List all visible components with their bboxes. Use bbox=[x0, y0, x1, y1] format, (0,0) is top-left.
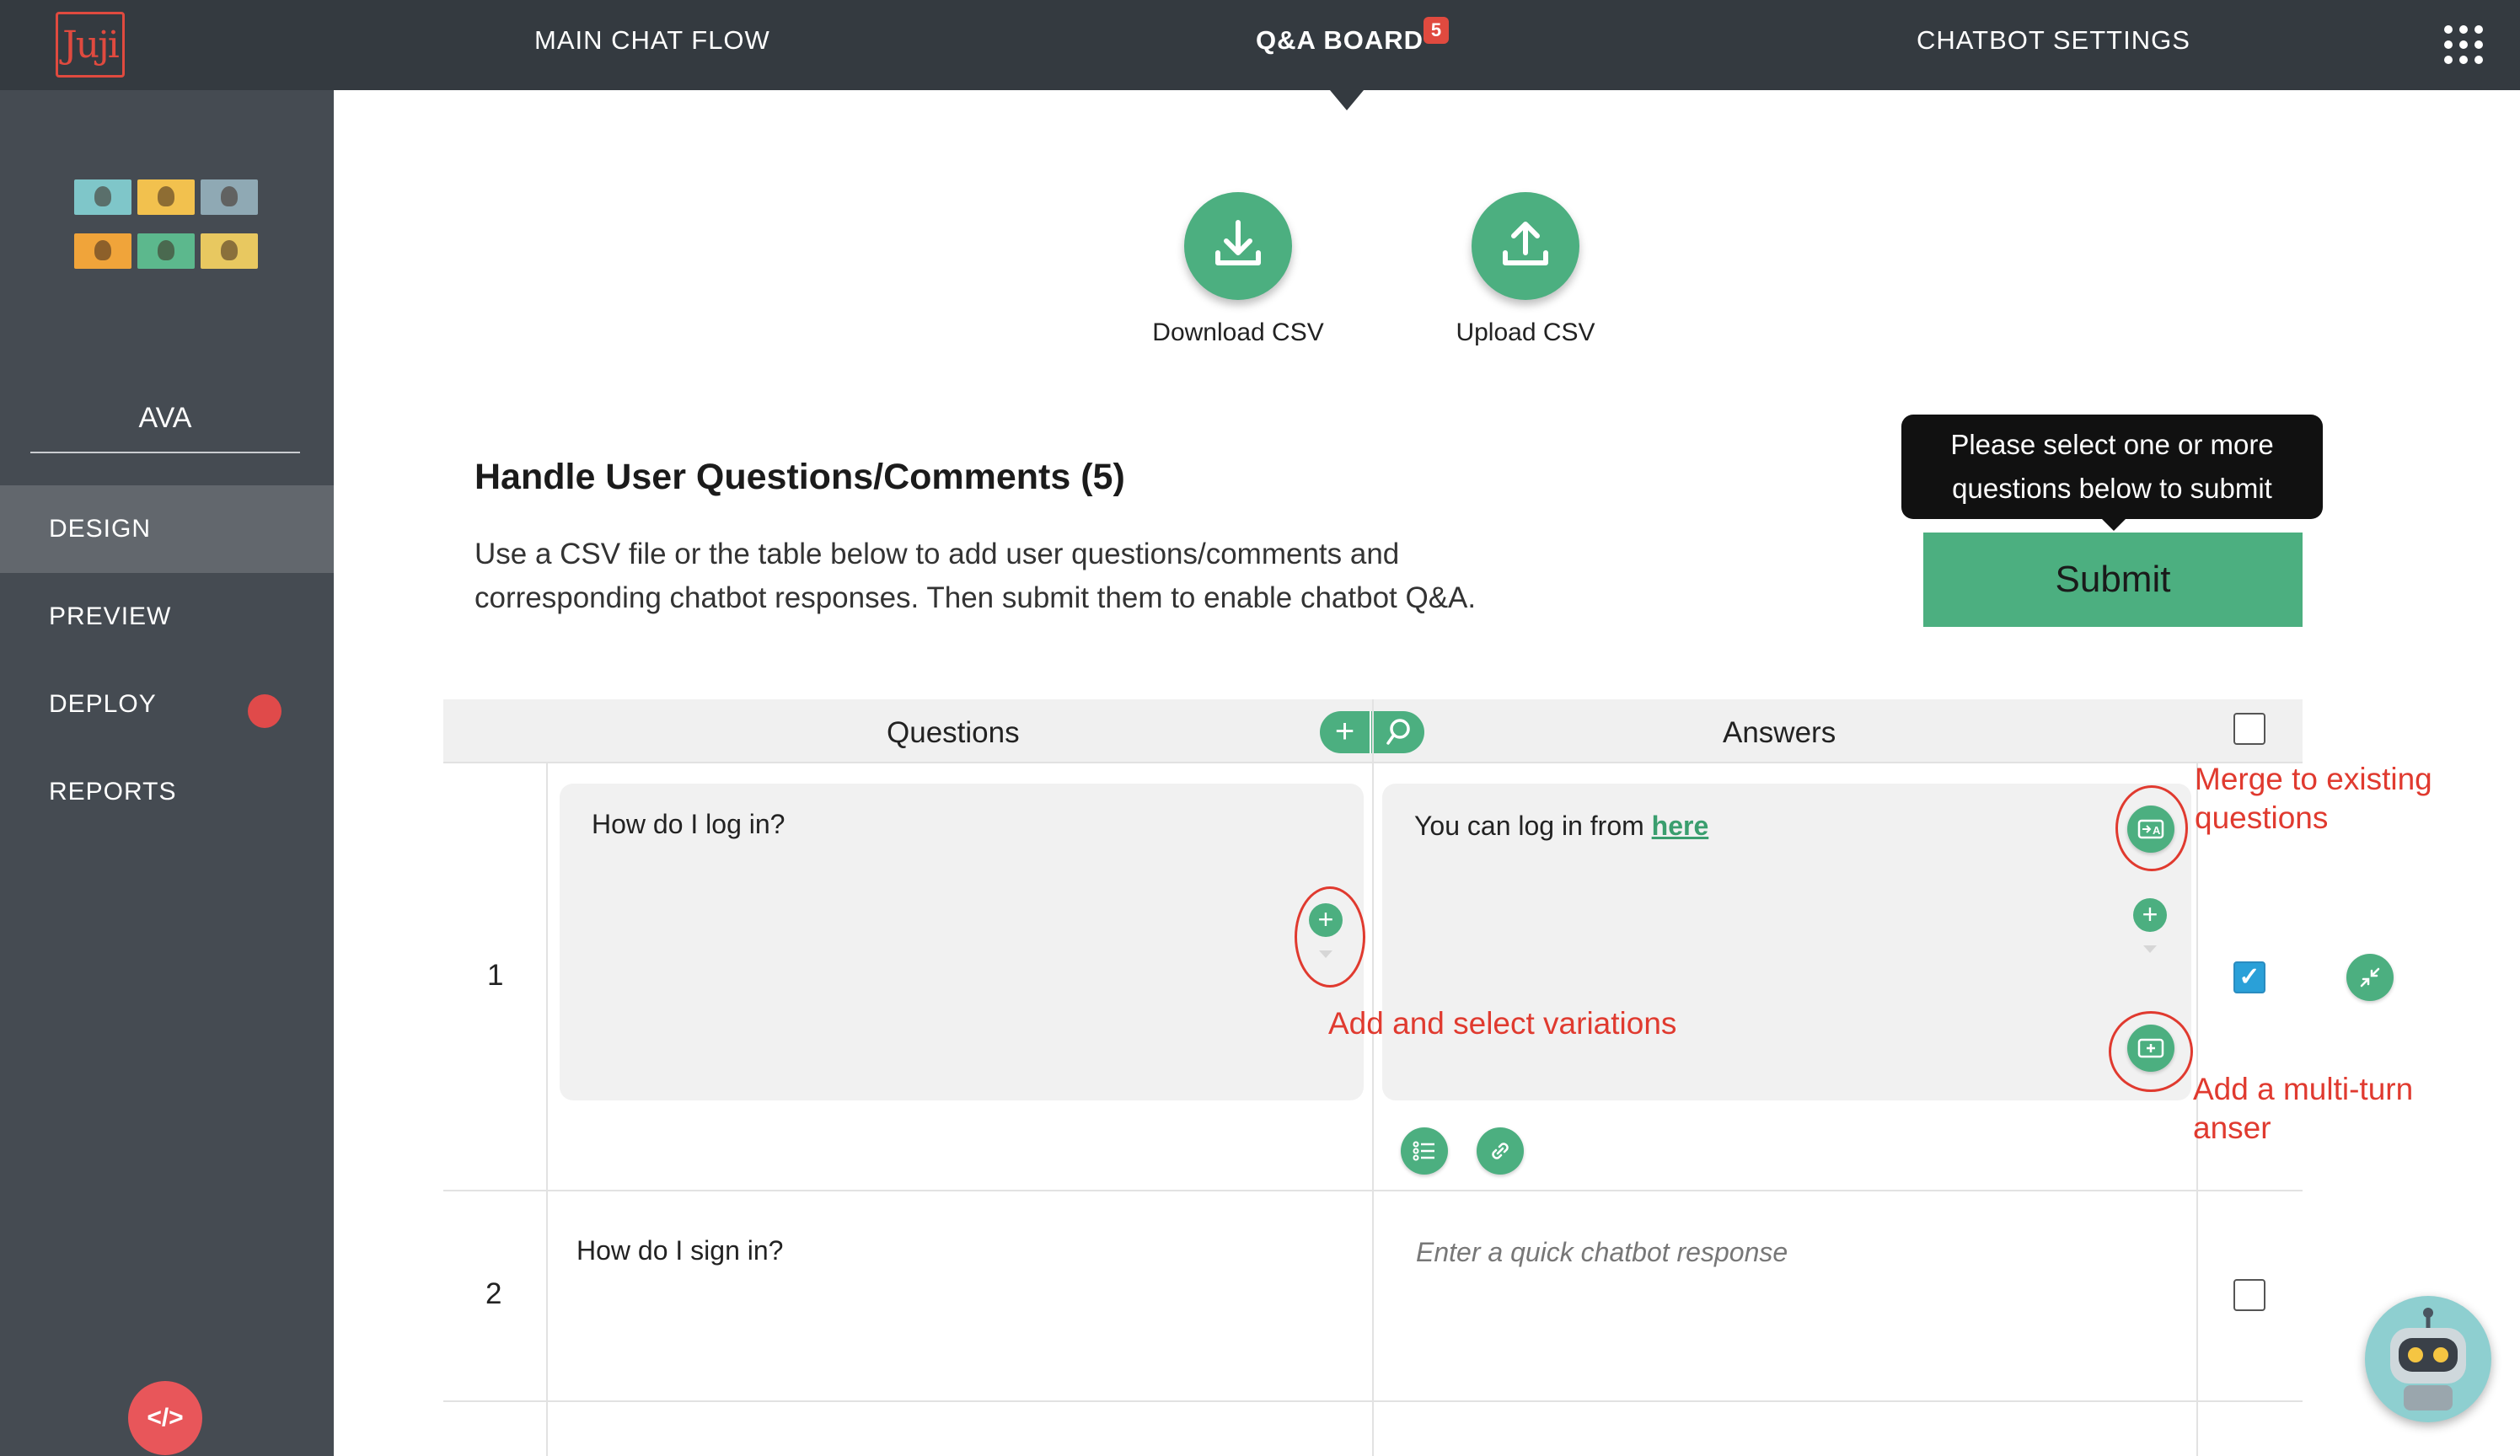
list-icon bbox=[1413, 1141, 1434, 1161]
question-input-row-1[interactable]: How do I log in? bbox=[560, 784, 1364, 1100]
row-number: 1 bbox=[487, 959, 504, 992]
row-2-checkbox[interactable] bbox=[2233, 1279, 2265, 1311]
robot-face-icon bbox=[2390, 1308, 2466, 1410]
question-text: How do I log in? bbox=[592, 809, 785, 839]
sidebar-item-reports[interactable]: REPORTS bbox=[0, 748, 334, 836]
add-answer-variation-button[interactable]: + bbox=[2133, 898, 2167, 932]
upload-icon bbox=[1503, 222, 1548, 265]
answer-link[interactable]: here bbox=[1652, 811, 1709, 841]
row-divider bbox=[443, 1400, 2303, 1402]
collapse-icon bbox=[2360, 967, 2380, 988]
link-icon bbox=[1492, 1143, 1509, 1159]
top-navigation-bar: Juji MAIN CHAT FLOW Q&A BOARD 5 CHATBOT … bbox=[0, 0, 2520, 90]
upload-csv-label: Upload CSV bbox=[1456, 318, 1595, 346]
answer-link-button[interactable] bbox=[1477, 1127, 1524, 1175]
assistant-name: AVA bbox=[30, 402, 300, 453]
deploy-status-dot bbox=[248, 694, 281, 728]
sidebar-item-preview[interactable]: PREVIEW bbox=[0, 573, 334, 661]
submit-tooltip: Please select one or more questions belo… bbox=[1901, 415, 2323, 531]
column-divider bbox=[546, 763, 548, 1456]
search-questions-button[interactable] bbox=[1373, 711, 1424, 753]
download-icon bbox=[1215, 220, 1261, 265]
sidebar-item-deploy[interactable]: DEPLOY bbox=[0, 661, 334, 748]
page-description: Use a CSV file or the table below to add… bbox=[475, 538, 1477, 614]
row-divider bbox=[443, 1190, 2303, 1191]
collapse-row-button[interactable] bbox=[2346, 954, 2394, 1001]
download-csv-button[interactable] bbox=[1184, 192, 1292, 300]
avatar-persona-icon bbox=[137, 233, 195, 269]
select-answer-variation-dropdown[interactable] bbox=[2135, 937, 2165, 962]
answer-text-prefix: You can log in from bbox=[1414, 811, 1652, 841]
annotation-multi-turn: Add a multi-turn anser bbox=[2193, 1072, 2414, 1145]
assistant-avatar-grid bbox=[74, 179, 258, 274]
annotation-variations: Add and select variations bbox=[1328, 1006, 1677, 1041]
annotation-merge: Merge to existing questions bbox=[2195, 762, 2432, 835]
embed-code-button[interactable]: </> bbox=[128, 1381, 202, 1455]
active-tab-caret bbox=[1330, 90, 1364, 110]
submit-button[interactable]: Submit bbox=[1923, 533, 2303, 627]
avatar-persona-icon bbox=[201, 233, 258, 269]
annotation-ring bbox=[2109, 1011, 2193, 1092]
answer-placeholder[interactable]: Enter a quick chatbot response bbox=[1416, 1237, 1788, 1268]
avatar-persona-icon bbox=[201, 179, 258, 215]
search-icon bbox=[1386, 719, 1410, 745]
add-question-button[interactable]: + bbox=[1320, 711, 1371, 753]
nav-main-chat-flow[interactable]: MAIN CHAT FLOW bbox=[534, 25, 770, 56]
upload-csv-button[interactable] bbox=[1472, 192, 1579, 300]
juji-logo[interactable]: Juji bbox=[56, 12, 125, 78]
column-divider bbox=[1372, 699, 1374, 1456]
answer-input-row-1[interactable]: You can log in from here bbox=[1382, 784, 2191, 1100]
page-title: Handle User Questions/Comments (5) bbox=[475, 457, 1125, 497]
chatbot-robot-icon[interactable] bbox=[2365, 1296, 2491, 1422]
sidebar-item-design[interactable]: DESIGN bbox=[0, 485, 334, 573]
download-csv-label: Download CSV bbox=[1152, 318, 1324, 346]
avatar-robot-icon bbox=[74, 179, 131, 215]
questions-column-header: Questions bbox=[887, 716, 1020, 749]
sidebar: AVA DESIGN PREVIEW DEPLOY REPORTS </> bbox=[0, 90, 334, 1456]
question-text[interactable]: How do I sign in? bbox=[576, 1235, 783, 1266]
qa-count-badge: 5 bbox=[1424, 17, 1449, 44]
answer-text: You can log in from here bbox=[1414, 811, 1708, 842]
nav-chatbot-settings[interactable]: CHATBOT SETTINGS bbox=[1917, 25, 2190, 56]
annotation-ring bbox=[1295, 886, 1365, 988]
row-number: 2 bbox=[485, 1277, 502, 1310]
answers-column-header: Answers bbox=[1723, 716, 1836, 749]
avatar-persona-icon bbox=[137, 179, 195, 215]
nav-qa-board[interactable]: Q&A BOARD bbox=[1256, 25, 1424, 56]
answer-list-button[interactable] bbox=[1401, 1127, 1448, 1175]
avatar-persona-icon bbox=[74, 233, 131, 269]
select-all-checkbox[interactable] bbox=[2233, 713, 2265, 745]
sidebar-item-deploy-label: DEPLOY bbox=[49, 690, 157, 718]
row-1-checkbox[interactable]: ✓ bbox=[2233, 961, 2265, 993]
annotation-ring bbox=[2115, 785, 2188, 871]
apps-grid-icon[interactable] bbox=[2444, 25, 2483, 64]
